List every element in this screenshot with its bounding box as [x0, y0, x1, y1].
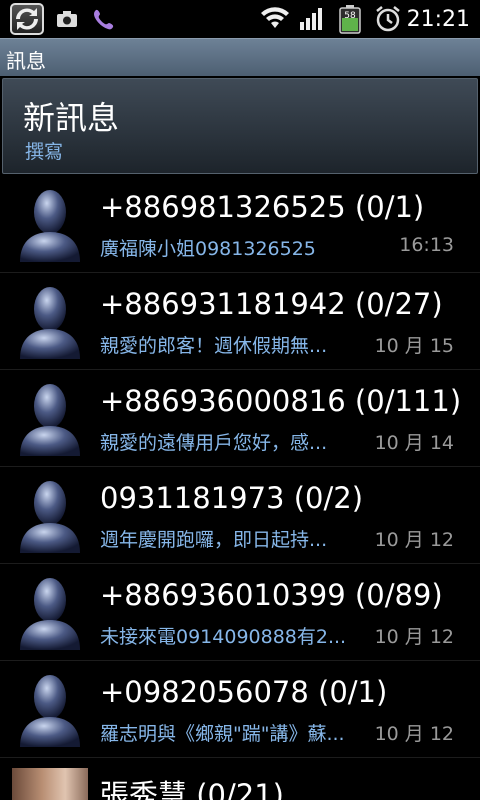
- sync-icon: [10, 3, 44, 35]
- conversation-snippet: 羅志明與《鄉親"踹"講》蘇...: [100, 723, 345, 745]
- default-contact-avatar-icon: [18, 283, 82, 359]
- default-contact-avatar-icon: [18, 574, 82, 650]
- conversation-date: 10 月 14: [374, 432, 454, 454]
- default-contact-avatar-icon: [18, 477, 82, 553]
- conversation-name[interactable]: 張秀慧 (0/21): [100, 772, 284, 800]
- conversation-row[interactable]: 0931181973 (0/2) 週年慶開跑囉，即日起持... 10 月 12: [0, 467, 480, 564]
- conversation-row[interactable]: +886981326525 (0/1) 廣福陳小姐0981326525 16:1…: [0, 176, 480, 273]
- camera-icon: [56, 4, 77, 34]
- compose-subtitle: 撰寫: [25, 141, 64, 163]
- conversation-name: 0931181973 (0/2): [100, 481, 364, 515]
- conversation-row[interactable]: +886936000816 (0/111) 親愛的遠傳用戶您好，感... 10 …: [0, 370, 480, 467]
- title-bar: 訊息: [0, 38, 480, 76]
- conversation-date: 16:13: [399, 234, 454, 256]
- battery-icon: 58: [338, 4, 362, 34]
- page-title: 訊息: [6, 49, 46, 73]
- battery-level-text: 58: [344, 11, 356, 21]
- status-time: 21:21: [406, 7, 470, 32]
- conversation-name: +886981326525 (0/1): [100, 190, 425, 224]
- conversation-date: 10 月 12: [374, 723, 454, 745]
- conversation-date: 10 月 12: [374, 529, 454, 551]
- signal-icon: [298, 4, 326, 34]
- wifi-icon: [260, 4, 290, 34]
- default-contact-avatar-icon: [18, 671, 82, 747]
- conversation-name: +886936010399 (0/89): [100, 578, 443, 612]
- conversation-row[interactable]: +886936010399 (0/89) 未接來電0914090888有2...…: [0, 564, 480, 661]
- conversation-snippet: 親愛的郎客！週休假期無...: [100, 335, 328, 357]
- conversation-snippet: 週年慶開跑囉，即日起持...: [100, 529, 328, 551]
- default-contact-avatar-icon: [18, 380, 82, 456]
- default-contact-avatar-icon: [18, 186, 82, 262]
- conversation-name: +0982056078 (0/1): [100, 675, 388, 709]
- conversation-row[interactable]: +886931181942 (0/27) 親愛的郎客！週休假期無... 10 月…: [0, 273, 480, 370]
- conversation-name: +886931181942 (0/27): [100, 287, 443, 321]
- conversation-list[interactable]: +886981326525 (0/1) 廣福陳小姐0981326525 16:1…: [0, 176, 480, 800]
- conversation-name: +886936000816 (0/111): [100, 384, 462, 418]
- status-bar: 58 21:21: [0, 0, 480, 38]
- conversation-row[interactable]: +0982056078 (0/1) 羅志明與《鄉親"踹"講》蘇... 10 月 …: [0, 661, 480, 758]
- contact-photo-avatar: [12, 768, 88, 800]
- compose-new-message-button[interactable]: 新訊息 撰寫: [2, 78, 478, 174]
- alarm-icon: [374, 4, 402, 34]
- conversation-date: 10 月 15: [374, 335, 454, 357]
- compose-title: 新訊息: [23, 99, 120, 137]
- viber-icon: [90, 4, 114, 34]
- conversation-snippet: 親愛的遠傳用戶您好，感...: [100, 432, 328, 454]
- conversation-snippet: 廣福陳小姐0981326525: [100, 238, 316, 260]
- conversation-date: 10 月 12: [374, 626, 454, 648]
- conversation-snippet: 未接來電0914090888有2...: [100, 626, 347, 648]
